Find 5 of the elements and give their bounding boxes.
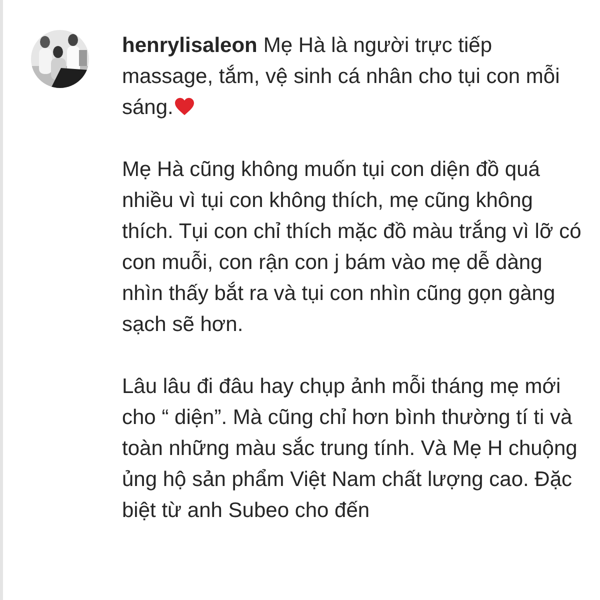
comment-paragraph: Lâu lâu đi đâu hay chụp ảnh mỗi tháng mẹ mới cho “ diện”. Mà cũng chỉ hơn bình thường tí ti và toàn những màu sắc trung tính. Và Mẹ H chuộng ủng hộ sản phẩm Việt Nam chất lượng cao. Đặc biệt từ anh Subeo cho đến — [122, 374, 578, 524]
comment-paragraph: henrylisaleon Mẹ Hà là người trực tiếp massage, tắm, vệ sinh cá nhân cho tụi con mỗi sáng. — [122, 33, 561, 121]
comment-paragraph: Mẹ Hà cũng không muốn tụi con diện đồ quá nhiều vì tụi con không thích, mẹ cũng không thích. Tụi con chỉ thích mặc đồ màu trắng vì lỡ có con muỗi, con rận con j bám vào mẹ dễ dàng nhìn thấy bắt ra và tụi con nhìn cũng gọn gàng sạch sẽ hơn. — [122, 157, 582, 338]
username-link[interactable]: henrylisaleon — [122, 34, 258, 57]
heart-icon — [174, 97, 196, 116]
